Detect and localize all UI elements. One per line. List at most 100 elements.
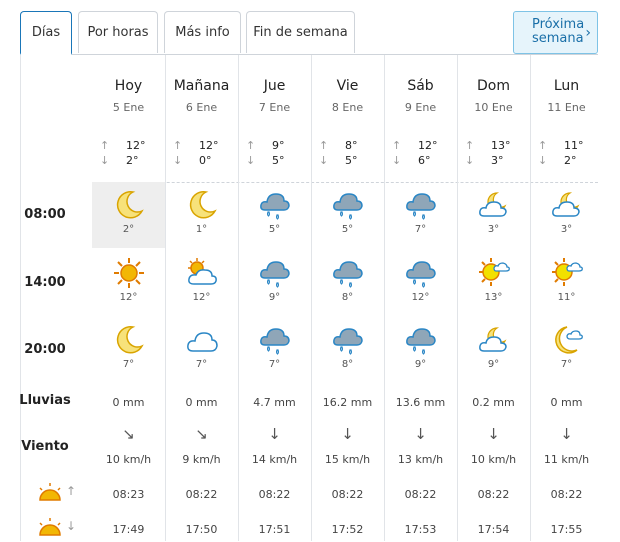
forecast-slot[interactable]: 8° [311,317,384,383]
slot-temp: 7° [122,359,135,370]
day-column[interactable]: Vie 8 Ene ↑ 8° ↓ 5° 5° 8° 8° 16.2 mm ↓ 15 km/h 08… [311,55,384,541]
svg-text:↓: ↓ [66,519,76,533]
forecast-slot[interactable]: 1° [165,182,238,248]
forecast-slot[interactable]: 3° [457,182,530,248]
forecast-slot[interactable]: 12° [384,250,457,316]
temp-min-value: 2° [126,154,139,167]
slot-temp: 9° [268,292,281,303]
wind-speed: 13 km/h [397,453,444,466]
day-date: 8 Ene [331,101,364,114]
slot-temp: 9° [414,359,427,370]
arrow-down-icon: ↓ [538,154,548,167]
forecast-slot[interactable]: 7° [238,317,311,383]
arrow-up-icon: ↑ [319,139,329,152]
rain-amount: 16.2 mm [322,396,373,409]
sunrise-time: 08:22 [550,488,583,501]
sunset-time: 17:52 [331,523,364,536]
arrow-down-icon: ↓ [100,154,110,167]
slot-temp: 12° [192,292,211,303]
slot-temp: 9° [487,359,500,370]
day-date: 9 Ene [404,101,437,114]
forecast-slot[interactable]: 5° [238,182,311,248]
arrow-up-icon: ↑ [392,139,402,152]
tab-mas-info[interactable]: Más info [164,11,241,53]
wind-speed: 15 km/h [324,453,371,466]
temp-max-value: 11° [564,139,584,152]
rain-amount: 0.2 mm [472,396,515,409]
tab-fin-de-semana[interactable]: Fin de semana [246,11,355,53]
temp-max-value: 8° [345,139,358,152]
temp-max-value: 12° [199,139,219,152]
wind-direction-icon: ↓ [487,425,500,443]
slot-temp: 5° [341,224,354,235]
forecast-slot[interactable]: 5° [311,182,384,248]
wind-direction-icon: ↓ [414,425,427,443]
forecast-slot[interactable]: 7° [384,182,457,248]
day-column[interactable]: Sáb 9 Ene ↑ 12° ↓ 6° 7° 12° 9° 13.6 mm ↓ 13 km/h… [384,55,457,541]
arrow-up-icon: ↑ [246,139,256,152]
temp-max-value: 12° [126,139,146,152]
forecast-slot[interactable]: 7° [92,317,165,383]
wind-speed: 11 km/h [543,453,590,466]
forecast-slot[interactable]: 11° [530,250,603,316]
wind-direction-icon: ↓ [268,425,281,443]
slot-temp: 2° [122,224,135,235]
wind-direction-icon: ↘ [122,425,135,443]
tab-por-horas[interactable]: Por horas [78,11,158,53]
day-name: Dom [477,78,510,94]
sunset-icon: ↓ [38,518,78,542]
forecast-slot[interactable]: 12° [92,250,165,316]
day-column[interactable]: Mañana 6 Ene ↑ 12° ↓ 0° 1° 12° 7° 0 mm ↘ 9 km/h 0… [165,55,238,541]
forecast-slot[interactable]: 7° [530,317,603,383]
temp-min-value: 6° [418,154,431,167]
day-column[interactable]: Hoy 5 Ene ↑ 12° ↓ 2° 2° 12° 7° 0 mm ↘ 10 km/h 08:… [92,55,165,541]
forecast-slot[interactable]: 12° [165,250,238,316]
wind-direction-icon: ↘ [195,425,208,443]
sunrise-time: 08:22 [331,488,364,501]
temp-max-value: 13° [491,139,511,152]
sunset-time: 17:53 [404,523,437,536]
chevron-right-icon: › [585,25,591,41]
day-name: Sáb [407,78,434,94]
day-date: 7 Ene [258,101,291,114]
wind-speed: 10 km/h [105,453,152,466]
arrow-down-icon: ↓ [392,154,402,167]
slot-temp: 13° [484,292,503,303]
sunrise-icon: ↑ [38,483,78,507]
day-column[interactable]: Lun 11 Ene ↑ 11° ↓ 2° 3° 11° 7° 0 mm ↓ 11 km/h 08… [530,55,603,541]
forecast-slot[interactable]: 3° [530,182,603,248]
svg-text:↑: ↑ [66,484,76,498]
day-column[interactable]: Jue 7 Ene ↑ 9° ↓ 5° 5° 9° 7° 4.7 mm ↓ 14 km/h 08:… [238,55,311,541]
sunrise-time: 08:22 [185,488,218,501]
slot-temp: 5° [268,224,281,235]
arrow-up-icon: ↑ [465,139,475,152]
temp-max-value: 9° [272,139,285,152]
sunrise-time: 08:23 [112,488,145,501]
next-week-button[interactable]: Próxima semana › [513,11,598,54]
row-label-2000: 20:00 [24,342,66,357]
tab-dias[interactable]: Días [20,11,72,55]
forecast-slot[interactable]: 9° [238,250,311,316]
forecast-slot[interactable]: 2° [92,182,165,248]
day-column[interactable]: Dom 10 Ene ↑ 13° ↓ 3° 3° 13° 9° 0.2 mm ↓ 10 km/h… [457,55,530,541]
day-date: 5 Ene [112,101,145,114]
sunrise-time: 08:22 [404,488,437,501]
forecast-slot[interactable]: 9° [384,317,457,383]
sunset-time: 17:55 [550,523,583,536]
temp-min-value: 0° [199,154,212,167]
forecast-slot[interactable]: 9° [457,317,530,383]
slot-temp: 12° [411,292,430,303]
forecast-slot[interactable]: 8° [311,250,384,316]
arrow-up-icon: ↑ [538,139,548,152]
forecast-slot[interactable]: 13° [457,250,530,316]
slot-temp: 12° [119,292,138,303]
arrow-down-icon: ↓ [173,154,183,167]
forecast-slot[interactable]: 7° [165,317,238,383]
row-label-viento: Viento [21,439,69,454]
day-name: Hoy [114,78,143,94]
temp-max-value: 12° [418,139,438,152]
arrow-down-icon: ↓ [465,154,475,167]
rain-amount: 4.7 mm [253,396,296,409]
sunset-time: 17:54 [477,523,510,536]
rain-amount: 13.6 mm [395,396,446,409]
